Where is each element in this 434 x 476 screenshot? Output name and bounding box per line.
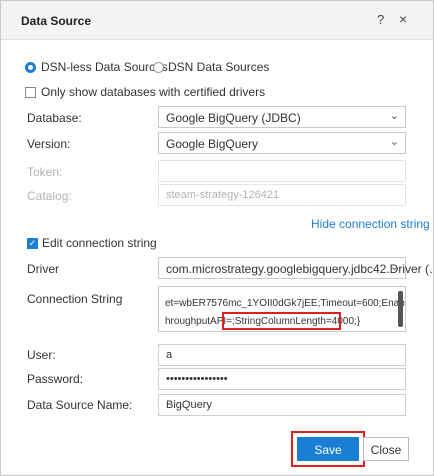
connection-string-suffix: } [356, 316, 361, 327]
user-field[interactable] [158, 344, 406, 366]
radio-dsn[interactable] [153, 62, 164, 73]
edit-connection-label[interactable]: Edit connection string [42, 236, 157, 250]
certified-only-checkbox[interactable] [25, 87, 36, 98]
dialog-titlebar: Data Source ? × [1, 1, 433, 40]
token-label: Token: [27, 165, 63, 179]
password-label: Password: [27, 372, 84, 386]
password-field[interactable] [158, 368, 406, 390]
hide-connection-string-link[interactable]: Hide connection string [311, 217, 430, 231]
dialog-title: Data Source [21, 14, 92, 28]
version-value: Google BigQuery [166, 137, 259, 151]
radio-dsnless-label[interactable]: DSN-less Data Sources [41, 60, 168, 74]
database-label: Database: [27, 111, 82, 125]
radio-dsnless[interactable] [25, 62, 36, 73]
save-button[interactable]: Save [297, 437, 359, 461]
certified-only-label[interactable]: Only show databases with certified drive… [41, 85, 265, 99]
catalog-label: Catalog: [27, 189, 72, 203]
driver-select[interactable]: com.microstrategy.googlebigquery.jdbc42.… [158, 257, 434, 279]
chevron-down-icon: ⌄ [389, 261, 399, 273]
edit-connection-checkbox[interactable]: ✓ [27, 238, 38, 249]
close-button[interactable]: Close [363, 437, 409, 461]
chevron-down-icon: ⌄ [389, 110, 399, 122]
highlight-annotation [222, 312, 341, 330]
dsn-name-field[interactable] [158, 394, 406, 416]
data-source-dialog: Data Source ? × DSN-less Data Sources DS… [0, 0, 434, 476]
version-select[interactable]: Google BigQuery ⌄ [158, 132, 406, 154]
dsn-name-label: Data Source Name: [27, 398, 133, 412]
catalog-field[interactable] [158, 184, 406, 206]
version-label: Version: [27, 137, 71, 151]
help-icon[interactable]: ? [377, 12, 384, 27]
driver-label: Driver [27, 262, 59, 276]
database-value: Google BigQuery (JDBC) [166, 111, 301, 125]
textarea-scrollbar[interactable] [398, 291, 403, 327]
database-select[interactable]: Google BigQuery (JDBC) ⌄ [158, 106, 406, 128]
token-field[interactable] [158, 160, 406, 182]
radio-dsn-label[interactable]: DSN Data Sources [168, 60, 269, 74]
connection-string-label: Connection String [27, 292, 123, 306]
user-label: User: [27, 348, 56, 362]
connection-string-line: et=wbER7576mc_1YOII0dGk7jEE;Timeout=600;… [165, 298, 405, 309]
chevron-down-icon: ⌄ [389, 136, 399, 148]
close-icon[interactable]: × [399, 11, 407, 27]
